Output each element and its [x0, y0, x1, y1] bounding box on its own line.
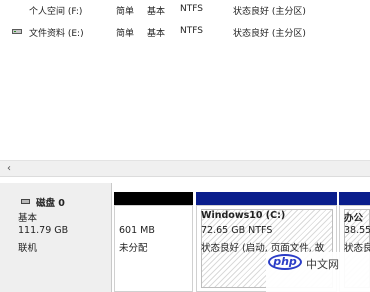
- scroll-left-arrow-icon[interactable]: ‹: [3, 161, 15, 177]
- disk-type: 基本: [18, 213, 38, 224]
- horizontal-scrollbar[interactable]: ‹: [0, 160, 370, 177]
- partition-size: 72.65 GB NTFS: [201, 225, 273, 236]
- volume-type: 基本: [147, 7, 166, 17]
- disk-name: 磁盘 0: [36, 198, 65, 209]
- partition-title: 办公: [344, 213, 364, 224]
- volume-name: 个人空间 (F:): [29, 7, 83, 17]
- disk-info-panel[interactable]: 磁盘 0 基本 111.79 GB 联机: [0, 183, 112, 292]
- disk-icon: [21, 199, 30, 204]
- volume-status: 状态良好 (主分区): [233, 7, 306, 17]
- disk-size: 111.79 GB: [18, 225, 69, 236]
- partition-size: 601 MB: [119, 225, 155, 236]
- partition-size: 38.55: [344, 225, 370, 236]
- volume-layout: 简单: [116, 7, 135, 17]
- volume-list: 个人空间 (F:) 简单 基本 NTFS 状态良好 (主分区) 文件资料 (E:…: [0, 0, 370, 160]
- volume-status: 状态良好 (主分区): [233, 29, 306, 39]
- partition-bar: [196, 192, 337, 205]
- volume-layout: 简单: [116, 29, 135, 39]
- php-logo: php: [268, 254, 302, 270]
- partition-detail: 未分配: [119, 243, 148, 254]
- volume-type: 基本: [147, 29, 166, 39]
- watermark-text: 中文网: [306, 258, 339, 271]
- disk-status: 联机: [18, 243, 38, 254]
- partition-bar: [339, 192, 370, 205]
- partition-unallocated[interactable]: 601 MB 未分配: [114, 192, 193, 292]
- watermark: php 中文网: [266, 252, 370, 292]
- volume-name: 文件资料 (E:): [29, 29, 84, 39]
- volume-row-f[interactable]: 个人空间 (F:) 简单 基本 NTFS 状态良好 (主分区): [0, 4, 370, 23]
- volume-filesystem: NTFS: [180, 26, 203, 36]
- volume-row-e[interactable]: 文件资料 (E:) 简单 基本 NTFS 状态良好 (主分区): [0, 25, 370, 39]
- volume-filesystem: NTFS: [180, 4, 203, 14]
- drive-icon: [12, 29, 22, 34]
- partition-bar: [114, 192, 193, 205]
- partition-title: Windows10 (C:): [201, 210, 286, 221]
